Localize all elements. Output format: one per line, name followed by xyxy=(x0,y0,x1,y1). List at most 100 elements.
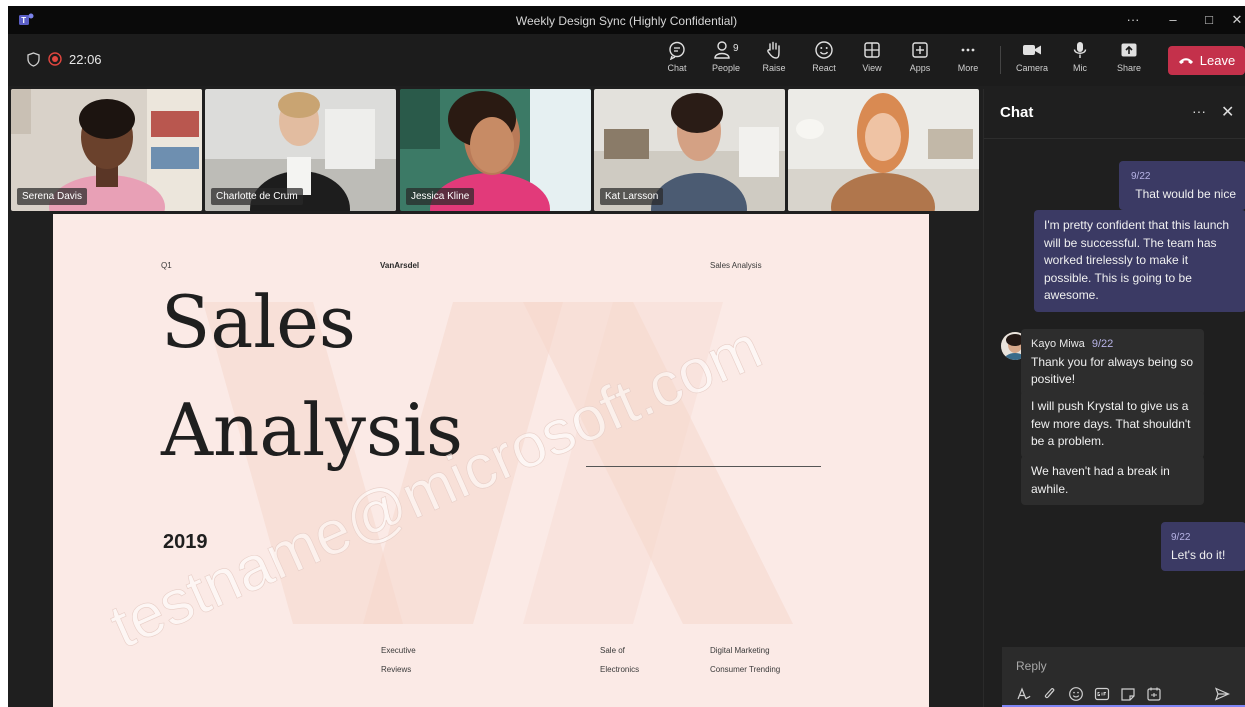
slide-column-2: Sale of Electronics xyxy=(600,641,639,679)
chat-panel: Chat ··· ✕ 9/22 That would be nice I'm p… xyxy=(983,89,1245,707)
window-more-button[interactable]: ··· xyxy=(1116,6,1150,34)
share-label: Share xyxy=(1116,63,1142,73)
chat-header: Chat ··· ✕ xyxy=(984,89,1245,139)
chat-message: I'm pretty confident that this launch wi… xyxy=(1034,210,1245,312)
teams-meeting-window: T Weekly Design Sync (Highly Confidentia… xyxy=(8,6,1245,707)
slide-col2-line2: Electronics xyxy=(600,665,640,674)
mic-button[interactable]: Mic xyxy=(1058,40,1102,82)
slide-brand-logo: VanArsdel xyxy=(380,261,420,270)
sticker-icon[interactable] xyxy=(1120,686,1136,702)
meeting-toolbar: 22:06 Chat 9 People Raise React View App… xyxy=(8,34,1245,86)
camera-icon xyxy=(1023,45,1041,55)
message-text: That would be nice xyxy=(1135,186,1236,201)
window-title: Weekly Design Sync (Highly Confidential) xyxy=(515,14,738,28)
slide-title-line2: Analysis xyxy=(161,388,463,472)
slide-col3-line2: Consumer Trending xyxy=(710,665,781,674)
view-icon xyxy=(864,42,880,58)
slide-title-line1: Sales xyxy=(161,280,356,364)
more-icon xyxy=(961,48,975,52)
apps-button[interactable]: Apps xyxy=(898,40,942,82)
chat-close-button[interactable]: ✕ xyxy=(1221,102,1234,122)
share-button[interactable]: Share xyxy=(1107,40,1151,82)
participant-name: Serena Davis xyxy=(17,188,88,205)
participant-tile[interactable]: Serena Davis xyxy=(11,89,202,211)
chat-button[interactable]: Chat xyxy=(655,40,699,82)
mic-label: Mic xyxy=(1073,63,1087,73)
chat-message: Kayo Miwa 9/22 Thank you for always bein… xyxy=(1021,329,1204,396)
chat-message: I will push Krystal to give us a few mor… xyxy=(1021,391,1204,458)
chat-icon xyxy=(669,41,685,60)
participant-name: Kat Larsson xyxy=(600,188,664,205)
recording-icon xyxy=(48,52,62,66)
chat-label: Chat xyxy=(667,63,687,73)
slide-col2-line1: Sale of xyxy=(600,646,625,655)
minimize-button[interactable]: – xyxy=(1156,6,1190,34)
message-text: I'm pretty confident that this launch wi… xyxy=(1044,218,1230,302)
reply-compose-box[interactable]: Reply xyxy=(1002,647,1245,707)
slide-column-1: Executive Reviews xyxy=(381,641,416,679)
message-sender: Kayo Miwa xyxy=(1031,338,1085,350)
chat-title: Chat xyxy=(1000,104,1034,121)
chat-more-button[interactable]: ··· xyxy=(1192,103,1206,119)
participant-tile[interactable]: Jessica Kline xyxy=(400,89,591,211)
format-icon[interactable] xyxy=(1016,686,1032,702)
mic-icon xyxy=(1073,42,1087,58)
view-label: View xyxy=(862,63,882,73)
reply-input[interactable]: Reply xyxy=(1016,659,1047,673)
people-label: People xyxy=(711,63,741,73)
more-label: More xyxy=(957,63,979,73)
raise-label: Raise xyxy=(762,63,786,73)
toolbar-divider xyxy=(1000,46,1001,74)
react-label: React xyxy=(812,63,836,73)
participant-tile[interactable]: Kat Larsson xyxy=(594,89,785,211)
message-time: 9/22 xyxy=(1131,171,1151,182)
apps-label: Apps xyxy=(909,63,931,73)
participant-name: Charlotte de Crum xyxy=(211,188,303,205)
hang-up-icon xyxy=(1178,57,1193,64)
close-button[interactable]: ✕ xyxy=(1220,6,1245,34)
title-bar: T Weekly Design Sync (Highly Confidentia… xyxy=(8,6,1245,34)
chat-message: 9/22 That would be nice xyxy=(1119,161,1245,210)
slide-col3-line1: Digital Marketing xyxy=(710,646,770,655)
message-time: 9/22 xyxy=(1171,532,1191,543)
more-button[interactable]: More xyxy=(946,40,990,82)
slide-column-3: Digital Marketing Consumer Trending xyxy=(710,641,780,679)
chat-message: We haven't had a break in awhile. xyxy=(1021,456,1204,505)
send-icon[interactable] xyxy=(1214,686,1230,702)
shield-icon xyxy=(27,52,40,67)
leave-label: Leave xyxy=(1199,53,1236,68)
share-icon xyxy=(1121,43,1137,57)
message-meta: Kayo Miwa 9/22 xyxy=(1031,336,1194,354)
emoji-icon[interactable] xyxy=(1068,686,1084,702)
shared-slide: Q1 VanArsdel Sales Analysis Sales Analys… xyxy=(53,214,929,707)
slide-year: 2019 xyxy=(163,531,208,553)
slide-quarter: Q1 xyxy=(161,261,172,270)
participant-video xyxy=(788,89,979,211)
people-button[interactable]: 9 People xyxy=(704,40,748,82)
react-button[interactable]: React xyxy=(802,40,846,82)
message-text: I will push Krystal to give us a few mor… xyxy=(1031,399,1191,448)
participant-tile[interactable] xyxy=(788,89,979,211)
gif-icon[interactable] xyxy=(1094,686,1110,702)
camera-button[interactable]: Camera xyxy=(1010,40,1054,82)
people-count: 9 xyxy=(733,43,739,54)
slide-col1-line2: Reviews xyxy=(381,665,412,674)
slide-header-right: Sales Analysis xyxy=(710,261,762,270)
apps-icon xyxy=(912,42,928,58)
attach-icon[interactable] xyxy=(1042,686,1058,702)
schedule-icon[interactable] xyxy=(1146,686,1162,702)
slide-divider xyxy=(586,466,821,467)
message-time: 9/22 xyxy=(1091,338,1114,350)
participant-tile[interactable]: Charlotte de Crum xyxy=(205,89,396,211)
participant-name: Jessica Kline xyxy=(406,188,475,205)
message-text: We haven't had a break in awhile. xyxy=(1031,464,1170,496)
message-text: Let's do it! xyxy=(1171,547,1226,562)
slide-col1-line1: Executive xyxy=(381,646,416,655)
chat-message: 9/22 Let's do it! xyxy=(1161,522,1245,571)
camera-label: Camera xyxy=(1015,63,1048,73)
leave-button[interactable]: Leave xyxy=(1168,46,1245,75)
message-text: Thank you for always being so positive! xyxy=(1031,354,1194,387)
view-button[interactable]: View xyxy=(850,40,894,82)
react-icon xyxy=(815,41,833,59)
raise-hand-button[interactable]: Raise xyxy=(752,40,796,82)
